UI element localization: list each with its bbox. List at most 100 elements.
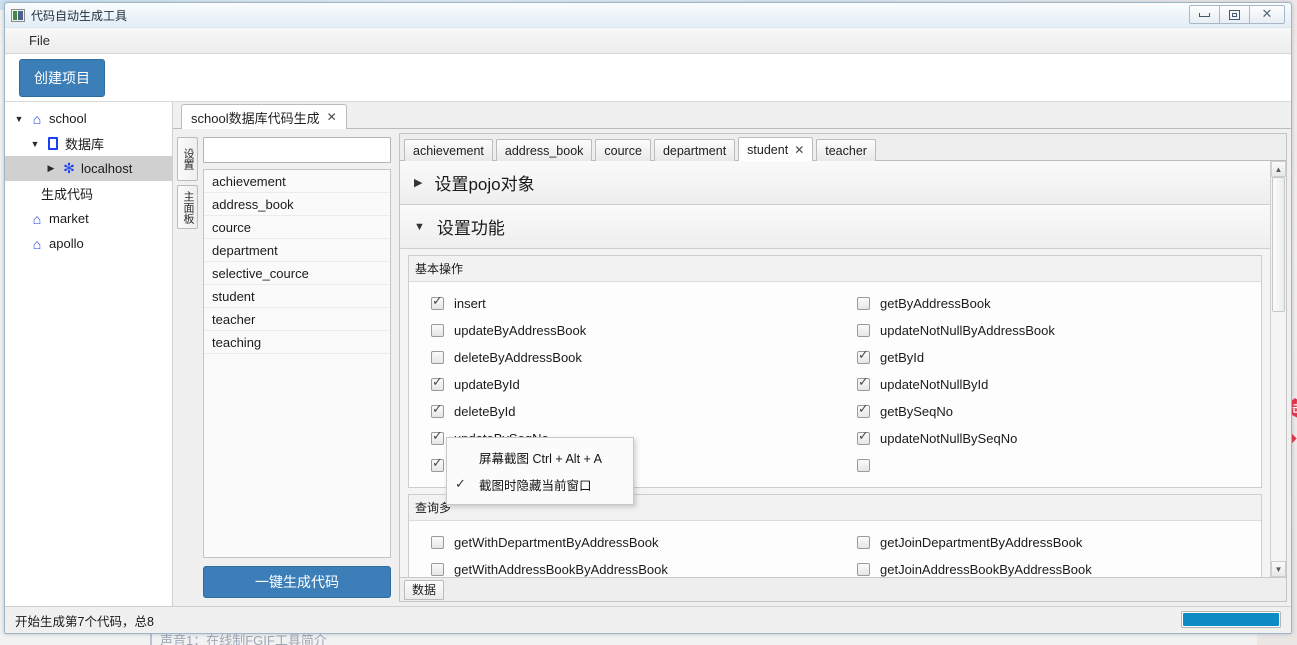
checkbox-label: getBySeqNo (880, 404, 953, 419)
checkbox[interactable] (431, 324, 444, 337)
close-button[interactable]: ✕ (1249, 5, 1285, 24)
checkbox-row[interactable]: getJoinAddressBookByAddressBook (835, 556, 1261, 577)
list-item[interactable]: selective_cource (204, 262, 390, 285)
section-header-functions[interactable]: ▼ 设置功能 (400, 205, 1270, 249)
tab-address-book[interactable]: address_book (495, 139, 593, 161)
checkbox[interactable] (431, 563, 444, 576)
window-title: 代码自动生成工具 (31, 8, 128, 23)
detail-tab-label: teacher (825, 143, 867, 158)
home-icon: ⌂ (32, 235, 42, 252)
sidebar-item-apollo[interactable]: ⌂ apollo (5, 231, 172, 256)
sidebar-item-label: apollo (49, 236, 84, 251)
sidebar-item-database[interactable]: ▼ 数据库 (5, 131, 172, 156)
workspace-tab-school-codegen[interactable]: school数据库代码生成 ✕ (181, 104, 347, 129)
checkbox-row[interactable]: getWithDepartmentByAddressBook (409, 529, 835, 556)
sidebar-item-market[interactable]: ⌂ market (5, 206, 172, 231)
checkbox-label: deleteById (454, 404, 516, 419)
list-item[interactable]: teaching (204, 331, 390, 354)
checkbox-row[interactable]: deleteByAddressBook (409, 344, 835, 371)
scrollbar-track[interactable] (1271, 177, 1286, 561)
checkbox[interactable] (857, 402, 870, 418)
checkbox[interactable] (857, 563, 870, 576)
scroll-up-button[interactable]: ▲ (1271, 161, 1286, 177)
checkbox[interactable] (431, 429, 444, 445)
expand-twisty-icon[interactable]: ▼ (11, 114, 27, 124)
checkbox[interactable] (857, 348, 870, 364)
tab-student[interactable]: student ✕ (738, 137, 814, 161)
list-item[interactable]: student (204, 285, 390, 308)
checkbox[interactable] (857, 297, 870, 310)
minimize-button[interactable] (1189, 5, 1220, 24)
checkbox-row[interactable]: getBySeqNo (835, 398, 1261, 425)
workspace: school数据库代码生成 ✕ 设置 主面板 achievement addre… (173, 102, 1291, 606)
checkbox[interactable] (431, 375, 444, 391)
menu-item-file[interactable]: File (21, 30, 58, 51)
restore-button[interactable] (1219, 5, 1250, 24)
checkbox[interactable] (431, 351, 444, 364)
sidebar-item-label: 生成代码 (41, 187, 94, 202)
list-item[interactable]: department (204, 239, 390, 262)
tab-teacher[interactable]: teacher (816, 139, 876, 161)
close-icon[interactable]: ✕ (327, 110, 337, 124)
workspace-inner: 设置 主面板 achievement address_book cource d… (173, 129, 1291, 606)
checkbox-row[interactable]: getWithAddressBookByAddressBook (409, 556, 835, 577)
checkbox-label: updateByAddressBook (454, 323, 587, 338)
checkbox-row[interactable]: getJoinDepartmentByAddressBook (835, 529, 1261, 556)
checkbox-row[interactable]: updateNotNullByAddressBook (835, 317, 1261, 344)
checkbox-row[interactable]: getByAddressBook (835, 290, 1261, 317)
checkbox[interactable] (857, 459, 870, 472)
tab-achievement[interactable]: achievement (404, 139, 493, 161)
detail-content: ▶ 设置pojo对象 ▼ 设置功能 基本操作 ✓ insert getByAdd… (400, 161, 1270, 577)
checkbox-label: getJoinAddressBookByAddressBook (880, 562, 1092, 577)
menu-item-label: 屏幕截图 Ctrl + Alt + A (479, 452, 602, 466)
checkbox[interactable] (431, 536, 444, 549)
detail-vertical-scrollbar[interactable]: ▲ ▼ (1270, 161, 1286, 577)
scroll-down-button[interactable]: ▼ (1271, 561, 1286, 577)
checkbox-row[interactable]: updateNotNullBySeqNo (835, 425, 1261, 452)
progress-bar-container (1181, 611, 1281, 628)
table-search-input[interactable] (203, 137, 391, 163)
checkbox[interactable] (431, 294, 444, 310)
list-item[interactable]: address_book (204, 193, 390, 216)
progress-bar-fill (1183, 613, 1279, 626)
sidebar-item-localhost[interactable]: ▶ ✻ localhost (5, 156, 172, 181)
expand-twisty-icon[interactable]: ▼ (27, 139, 43, 149)
checkbox-row[interactable]: getById (835, 344, 1261, 371)
checkbox[interactable] (431, 456, 444, 472)
create-project-button[interactable]: 创建项目 (19, 58, 105, 97)
vertical-tab-main-panel[interactable]: 主面板 (177, 185, 198, 229)
list-item[interactable]: achievement (204, 170, 390, 193)
generate-code-button[interactable]: 一键生成代码 (203, 566, 391, 598)
checkbox-row[interactable]: updateByAddressBook (409, 317, 835, 344)
detail-tab-label: cource (604, 143, 642, 158)
section-header-pojo[interactable]: ▶ 设置pojo对象 (400, 161, 1270, 205)
tab-department[interactable]: department (653, 139, 736, 161)
checkbox[interactable] (857, 375, 870, 391)
sidebar-item-school[interactable]: ▼ ⌂ school (5, 106, 172, 131)
collapse-twisty-icon[interactable]: ▶ (43, 163, 59, 174)
tab-data[interactable]: 数据 (404, 579, 445, 600)
tab-cource[interactable]: cource (595, 139, 651, 161)
vertical-tab-settings[interactable]: 设置 (177, 137, 198, 181)
close-icon[interactable]: ✕ (794, 143, 804, 157)
list-item[interactable]: teacher (204, 308, 390, 331)
checkbox-row[interactable]: updateById (409, 371, 835, 398)
checkbox[interactable] (857, 536, 870, 549)
checkbox-label: updateNotNullById (880, 377, 989, 392)
checkbox-row[interactable]: updateNotNullById (835, 371, 1261, 398)
menu-item-screenshot[interactable]: 屏幕截图 Ctrl + Alt + A (447, 444, 633, 471)
list-item[interactable]: cource (204, 216, 390, 239)
checkbox-row[interactable] (835, 452, 1261, 479)
sidebar-item-generate-code[interactable]: 生成代码 (5, 181, 172, 206)
checkbox[interactable] (857, 324, 870, 337)
checkbox-row[interactable]: insert (409, 290, 835, 317)
status-bar: 开始生成第7个代码，总8 (5, 606, 1291, 633)
checkbox[interactable] (857, 429, 870, 445)
scrollbar-thumb[interactable] (1272, 177, 1285, 312)
checkbox-row[interactable]: deleteById (409, 398, 835, 425)
menu-item-hide-window-on-capture[interactable]: ✓ 截图时隐藏当前窗口 (447, 471, 633, 498)
sidebar-item-label: school (49, 111, 87, 126)
table-list: achievement address_book cource departme… (203, 169, 391, 558)
checkbox[interactable] (431, 402, 444, 418)
checkbox-label: getWithDepartmentByAddressBook (454, 535, 659, 550)
